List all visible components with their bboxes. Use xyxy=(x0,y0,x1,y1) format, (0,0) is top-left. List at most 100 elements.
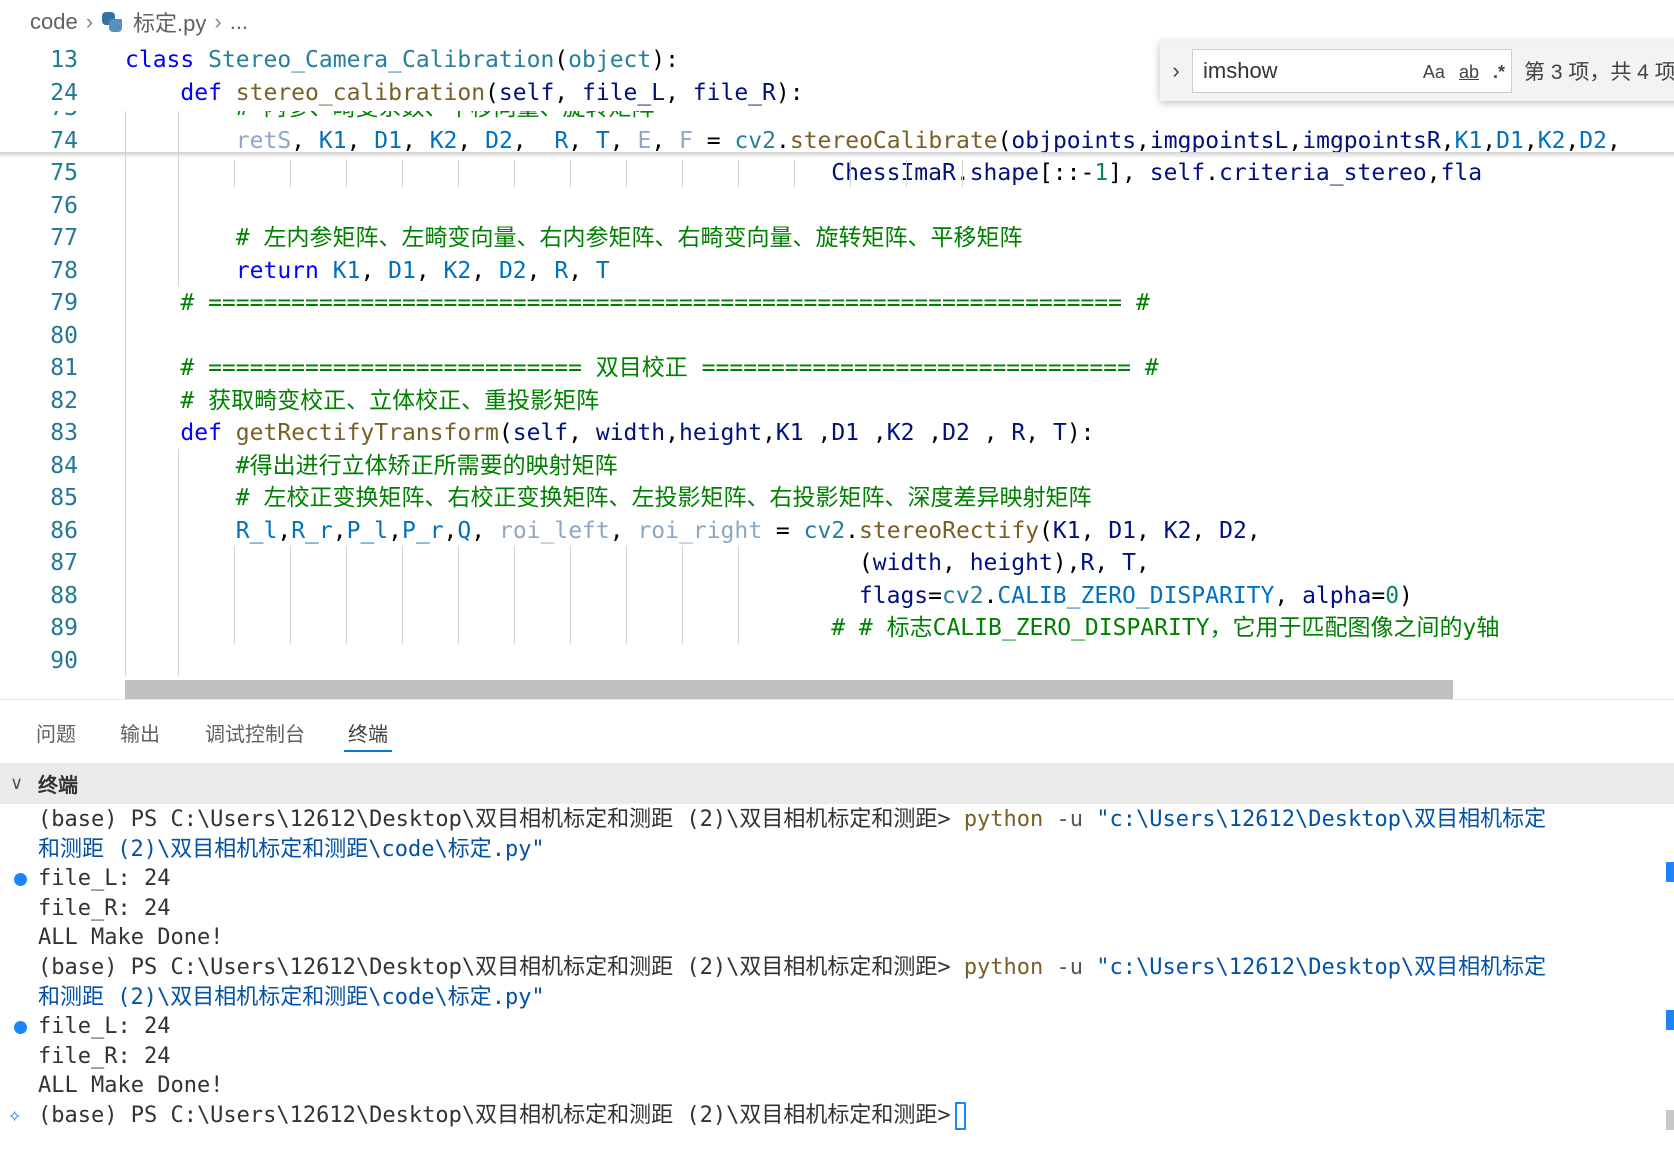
horizontal-scrollbar[interactable] xyxy=(125,680,1453,699)
indent-guide xyxy=(626,546,627,644)
line-number: 13 xyxy=(50,47,78,73)
line-number: 82 xyxy=(50,387,78,414)
chevron-right-icon: › xyxy=(85,9,94,34)
tab-output[interactable]: 输出 xyxy=(120,718,160,747)
indent-guide xyxy=(125,91,126,676)
find-query: imshow xyxy=(1203,58,1278,83)
indent-guide xyxy=(738,160,739,187)
find-input[interactable]: imshow Aa ab .* xyxy=(1192,49,1512,93)
code-text: # =========================== 双目校正 =====… xyxy=(180,355,1159,381)
line-number: 80 xyxy=(50,322,78,349)
terminal-line: (base) PS C:\Users\12612\Desktop\双目相机标定和… xyxy=(38,807,1547,832)
chevron-right-icon: › xyxy=(214,9,222,34)
indent-guide xyxy=(346,160,347,187)
code-editor[interactable]: 73 # 内参、畸变系数、平移向量、旋转矩阵74 retS, K1, D1, K… xyxy=(0,44,1674,699)
code-text: # 左校正变换矩阵、右校正变换矩阵、左投影矩阵、右投影矩阵、深度差异映射矩阵 xyxy=(235,485,1092,511)
breadcrumb-folder[interactable]: code xyxy=(30,9,78,35)
indent-guide xyxy=(514,546,515,644)
code-text: R_l,R_r,P_l,P_r,Q, roi_left, roi_right =… xyxy=(235,517,1261,544)
indent-guide xyxy=(794,160,795,187)
code-text: # 获取畸变校正、立体校正、重投影矩阵 xyxy=(180,387,600,414)
indent-guide xyxy=(682,160,683,187)
panel-tab-bar: 问题 输出 调试控制台 终端 xyxy=(0,699,1674,763)
indent-guide xyxy=(402,546,403,644)
code-line[interactable]: 79 # ===================================… xyxy=(0,286,1674,320)
indent-guide xyxy=(290,160,291,187)
code-line[interactable]: 89 # # 标志CALIB_ZERO_DISPARITY，它用于匹配图像之间的… xyxy=(0,611,1674,645)
terminal-output[interactable]: (base) PS C:\Users\12612\Desktop\双目相机标定和… xyxy=(0,804,1674,1150)
indent-guide xyxy=(458,546,459,644)
indent-guide xyxy=(738,546,739,644)
indent-guide xyxy=(962,160,963,187)
match-case-button[interactable]: Aa xyxy=(1423,62,1445,83)
code-line[interactable]: 87 (width, height),R, T, xyxy=(0,546,1674,580)
terminal-scroll-marker xyxy=(1666,862,1674,882)
regex-button[interactable]: .* xyxy=(1493,62,1505,83)
terminal-line: ALL Make Done! xyxy=(38,1073,224,1099)
code-line[interactable]: 90 xyxy=(0,644,1674,678)
terminal-scroll-marker xyxy=(1666,1010,1674,1030)
code-text: ChessImaR.shape[::-1], self.criteria_ste… xyxy=(831,160,1483,186)
code-text: def stereo_calibration(self, file_L, fil… xyxy=(180,80,804,106)
indent-guide xyxy=(850,160,851,187)
breadcrumb-more[interactable]: ... xyxy=(230,9,248,35)
find-widget: › imshow Aa ab .* 第 3 项，共 4 项 xyxy=(1160,41,1674,101)
active-tab-indicator xyxy=(344,750,392,752)
line-number: 86 xyxy=(50,517,78,544)
line-number: 84 xyxy=(50,452,78,479)
code-text: # 左内参矩阵、左畸变向量、右内参矩阵、右畸变向量、旋转矩阵、平移矩阵 xyxy=(235,225,1023,251)
code-line[interactable]: 78 return K1, D1, K2, D2, R, T xyxy=(0,254,1674,288)
line-number: 77 xyxy=(50,225,78,251)
terminal-line: (base) PS C:\Users\12612\Desktop\双目相机标定和… xyxy=(38,955,1547,980)
terminal-prompt-text: (base) PS C:\Users\12612\Desktop\双目相机标定和… xyxy=(38,1103,951,1128)
sticky-scroll-shadow xyxy=(0,152,1674,158)
python-file-icon xyxy=(101,11,123,33)
indent-guide xyxy=(570,546,571,644)
tab-debug-console[interactable]: 调试控制台 xyxy=(205,718,305,747)
code-line[interactable]: 76 xyxy=(0,189,1674,223)
code-line[interactable]: 75 ChessImaR.shape[::-1], self.criteria_… xyxy=(0,156,1674,190)
code-line[interactable]: 82 # 获取畸变校正、立体校正、重投影矩阵 xyxy=(0,384,1674,418)
code-text: def getRectifyTransform(self, width,heig… xyxy=(180,420,1095,446)
breadcrumb: code › 标定.py › ... xyxy=(0,0,1674,44)
line-number: 89 xyxy=(50,615,78,641)
command-decoration-icon[interactable] xyxy=(14,1021,27,1035)
line-number: 81 xyxy=(50,355,78,381)
terminal-section-header[interactable]: ∨ 终端 xyxy=(0,763,1674,804)
find-match-count: 第 3 项，共 4 项 xyxy=(1524,61,1674,84)
terminal-scrollbar[interactable] xyxy=(1666,1110,1674,1130)
indent-guide xyxy=(178,91,179,286)
indent-guide xyxy=(234,160,235,187)
code-line[interactable]: 81 # =========================== 双目校正 ==… xyxy=(0,351,1674,385)
line-number: 88 xyxy=(50,582,78,609)
chevron-down-icon[interactable]: ∨ xyxy=(10,773,38,794)
code-text: class Stereo_Camera_Calibration(object): xyxy=(125,47,679,73)
tab-problems[interactable]: 问题 xyxy=(36,718,76,747)
code-line[interactable]: 86 R_l,R_r,P_l,P_r,Q, roi_left, roi_righ… xyxy=(0,514,1674,548)
code-line[interactable]: 88 flags=cv2.CALIB_ZERO_DISPARITY, alpha… xyxy=(0,579,1674,613)
code-text: flags=cv2.CALIB_ZERO_DISPARITY, alpha=0) xyxy=(858,582,1413,609)
code-line[interactable]: 84 #得出进行立体矫正所需要的映射矩阵 xyxy=(0,449,1674,483)
code-line[interactable]: 77 # 左内参矩阵、左畸变向量、右内参矩阵、右畸变向量、旋转矩阵、平移矩阵 xyxy=(0,221,1674,255)
terminal-prompt[interactable]: (base) PS C:\Users\12612\Desktop\双目相机标定和… xyxy=(38,1100,966,1132)
line-number: 24 xyxy=(50,80,78,106)
code-text: # ======================================… xyxy=(180,290,1150,316)
code-line[interactable]: 83 def getRectifyTransform(self, width,h… xyxy=(0,416,1674,450)
breadcrumb-file[interactable]: 标定.py xyxy=(133,6,206,38)
indent-guide xyxy=(906,160,907,187)
code-line[interactable]: 80 xyxy=(0,319,1674,353)
code-line[interactable]: 85 # 左校正变换矩阵、右校正变换矩阵、左投影矩阵、右投影矩阵、深度差异映射矩… xyxy=(0,481,1674,515)
code-text: (width, height),R, T, xyxy=(125,550,1150,576)
indent-guide xyxy=(290,546,291,644)
sparkle-icon[interactable]: ✧ xyxy=(8,1100,21,1132)
command-decoration-icon[interactable] xyxy=(14,873,27,887)
line-number: 79 xyxy=(50,290,78,316)
terminal-line: file_L: 24 xyxy=(38,1014,171,1040)
indent-guide xyxy=(570,160,571,187)
line-number: 78 xyxy=(50,257,78,284)
line-number: 85 xyxy=(50,485,78,511)
whole-word-button[interactable]: ab xyxy=(1459,62,1479,83)
line-number: 83 xyxy=(50,420,78,446)
tab-terminal[interactable]: 终端 xyxy=(348,718,388,747)
toggle-replace-icon[interactable]: › xyxy=(1160,58,1192,84)
